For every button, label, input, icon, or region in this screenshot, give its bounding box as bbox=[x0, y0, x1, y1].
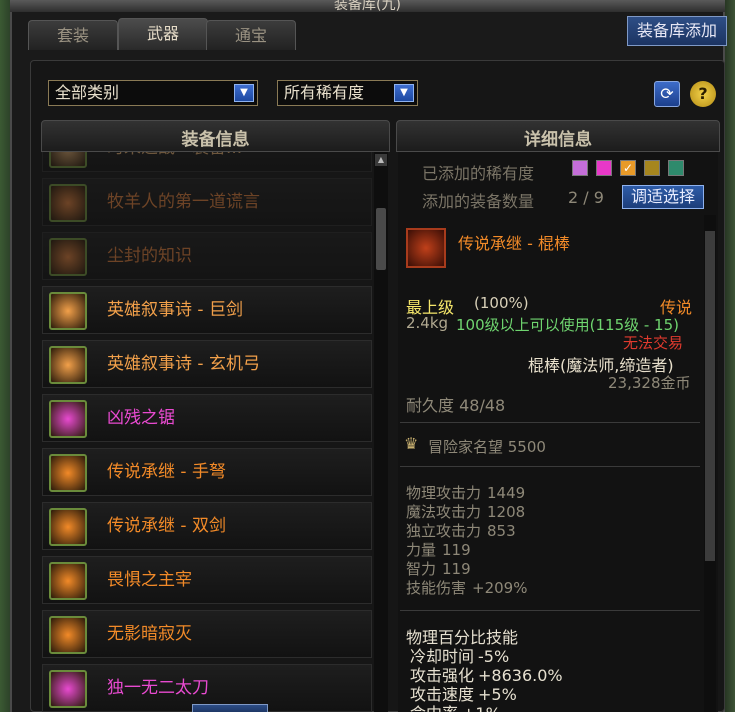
stat-label: 智力 bbox=[406, 560, 437, 578]
list-item[interactable]: 传说承继 - 双剑 bbox=[42, 502, 372, 550]
stat-value: 1208 bbox=[487, 503, 526, 521]
equipment-info-header: 装备信息 bbox=[41, 120, 390, 152]
add-to-library-button[interactable]: 装备库添加 bbox=[627, 16, 727, 46]
item-name-label: 传说承继 - 双剑 bbox=[107, 516, 226, 536]
tab-set[interactable]: 套装 bbox=[28, 20, 118, 50]
detail-info-header: 详细信息 bbox=[396, 120, 720, 152]
pick-select-button[interactable]: 调适选择 bbox=[622, 185, 704, 209]
stat-row: 魔法攻击力 1208 bbox=[406, 501, 525, 522]
detail-scroll-thumb[interactable] bbox=[705, 231, 715, 561]
category-value: 全部类别 bbox=[55, 83, 120, 102]
rarity-swatch[interactable] bbox=[668, 160, 684, 176]
stat-value: +209% bbox=[472, 579, 528, 597]
list-item[interactable]: 无影暗寂灭 bbox=[42, 610, 372, 658]
tab-treasure[interactable]: 通宝 bbox=[206, 20, 296, 50]
item-durability: 耐久度 48/48 bbox=[406, 396, 506, 415]
item-icon bbox=[49, 346, 87, 384]
list-item[interactable]: 凶残之锯 bbox=[42, 394, 372, 442]
stat-row: 技能伤害 +209% bbox=[406, 577, 527, 598]
category-dropdown[interactable]: 全部类别 ▼ bbox=[48, 80, 258, 106]
window-title-bar[interactable]: 装备库(九) bbox=[10, 0, 725, 12]
stat-label: 物理攻击力 bbox=[406, 484, 482, 502]
chevron-down-icon[interactable]: ▼ bbox=[234, 84, 254, 102]
club-icon bbox=[406, 228, 446, 268]
item-icon bbox=[49, 152, 87, 168]
count-label: 添加的装备数量 bbox=[422, 192, 535, 211]
stat-row: 智力 119 bbox=[406, 558, 471, 579]
list-item[interactable]: 尘封的知识 bbox=[42, 232, 372, 280]
item-icon bbox=[49, 616, 87, 654]
list-item[interactable]: 传说承继 - 手弩 bbox=[42, 448, 372, 496]
count-value: 2 / 9 bbox=[568, 188, 604, 207]
item-weight: 2.4kg bbox=[406, 314, 449, 332]
item-name-label: 尘封的知识 bbox=[107, 246, 192, 266]
item-name-label: 传说承继 - 手弩 bbox=[107, 462, 226, 482]
item-icon bbox=[49, 238, 87, 276]
stat-row: 物理攻击力 1449 bbox=[406, 482, 525, 503]
rarity-swatch[interactable] bbox=[644, 160, 660, 176]
skill-value: +1% bbox=[462, 704, 501, 712]
stat-label: 魔法攻击力 bbox=[406, 503, 482, 521]
scroll-thumb[interactable] bbox=[376, 208, 386, 270]
list-item[interactable]: 英雄叙事诗 - 玄机弓 bbox=[42, 340, 372, 388]
rarity-added-label: 已添加的稀有度 bbox=[422, 164, 535, 183]
fame-value: 冒险家名望 5500 bbox=[428, 438, 546, 456]
stat-value: 119 bbox=[442, 560, 471, 578]
item-icon bbox=[49, 454, 87, 492]
item-icon bbox=[49, 508, 87, 546]
equipment-list: 时末之战 - 装备... 牧羊人的第一道谎言尘封的知识英雄叙事诗 - 巨剑英雄叙事… bbox=[42, 152, 374, 712]
item-name-label: 凶残之锯 bbox=[107, 408, 175, 428]
tab-weapon[interactable]: 武器 bbox=[118, 18, 208, 50]
stat-value: 1449 bbox=[487, 484, 526, 502]
rarity-value: 所有稀有度 bbox=[284, 83, 365, 102]
item-name: 传说承继 - 棍棒 bbox=[458, 234, 570, 253]
refresh-icon[interactable]: ⟳ bbox=[654, 81, 680, 107]
item-name-label: 时末之战 - 装备... bbox=[107, 152, 242, 171]
stat-label: 独立攻击力 bbox=[406, 522, 482, 540]
stat-row: 力量 119 bbox=[406, 539, 471, 560]
rarity-dropdown[interactable]: 所有稀有度 ▼ bbox=[277, 80, 418, 106]
stat-label: 力量 bbox=[406, 541, 437, 559]
item-name-label: 英雄叙事诗 - 巨剑 bbox=[107, 300, 243, 320]
scroll-up-icon[interactable]: ▲ bbox=[375, 154, 387, 166]
list-item[interactable]: 畏惧之主宰 bbox=[42, 556, 372, 604]
skill-label: 命中率 bbox=[410, 704, 458, 712]
item-name-label: 无影暗寂灭 bbox=[107, 624, 192, 644]
stat-value: 853 bbox=[487, 522, 516, 540]
stat-label: 技能伤害 bbox=[406, 579, 467, 597]
item-icon bbox=[49, 292, 87, 330]
item-price: 23,328金币 bbox=[608, 374, 691, 392]
item-name-label: 英雄叙事诗 - 玄机弓 bbox=[107, 354, 260, 374]
stat-row: 独立攻击力 853 bbox=[406, 520, 516, 541]
list-item[interactable]: 英雄叙事诗 - 巨剑 bbox=[42, 286, 372, 334]
list-item[interactable]: 牧羊人的第一道谎言 bbox=[42, 178, 372, 226]
detail-scrollbar[interactable] bbox=[704, 215, 716, 712]
item-name-label: 畏惧之主宰 bbox=[107, 570, 192, 590]
fame-icon: ♛ bbox=[404, 434, 419, 453]
item-grade-percent: (100%) bbox=[474, 294, 529, 312]
rarity-swatch[interactable] bbox=[596, 160, 612, 176]
item-icon bbox=[49, 562, 87, 600]
skill-row: 命中率 +1% bbox=[410, 700, 501, 712]
rarity-swatch[interactable] bbox=[572, 160, 588, 176]
help-icon[interactable]: ? bbox=[690, 81, 716, 107]
rarity-swatch[interactable]: ✓ bbox=[620, 160, 636, 176]
list-item[interactable]: 时末之战 - 装备... bbox=[42, 152, 372, 172]
item-icon bbox=[49, 670, 87, 708]
chevron-down-icon[interactable]: ▼ bbox=[394, 84, 414, 102]
window-title: 装备库(九) bbox=[334, 0, 401, 12]
item-icon bbox=[49, 184, 87, 222]
item-trade-status: 无法交易 bbox=[623, 334, 684, 352]
list-scrollbar[interactable]: ▲ bbox=[374, 152, 388, 712]
item-icon bbox=[49, 400, 87, 438]
stat-value: 119 bbox=[442, 541, 471, 559]
item-name-label: 牧羊人的第一道谎言 bbox=[107, 192, 260, 212]
bottom-button[interactable] bbox=[192, 704, 268, 712]
